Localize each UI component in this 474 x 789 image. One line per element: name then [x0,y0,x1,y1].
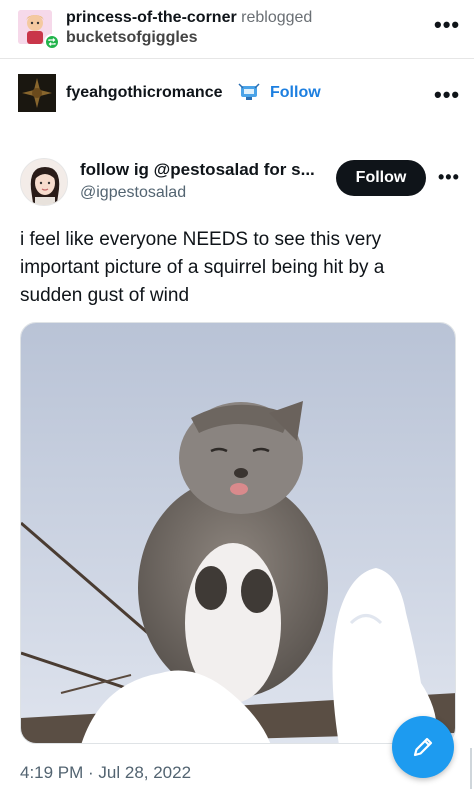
reblog-source-username[interactable]: bucketsofgiggles [66,28,312,48]
tweet-text: i feel like everyone NEEDS to see this v… [20,229,385,306]
follow-link[interactable]: Follow [270,84,321,102]
more-dots-icon[interactable]: ••• [434,84,460,106]
more-dots-icon[interactable]: ••• [434,14,460,36]
pencil-icon [413,737,433,757]
reblogger-username[interactable]: princess-of-the-corner [66,9,237,26]
reblog-header: princess-of-the-corner reblogged buckets… [16,6,459,50]
more-dots-icon[interactable]: ••• [438,168,460,186]
scrollbar[interactable] [470,748,472,789]
reblog-icon [44,34,60,50]
post-author-name[interactable]: fyeahgothicromance [66,84,222,102]
avatar[interactable] [18,74,56,112]
tweet-photo[interactable] [20,322,456,744]
post-header: fyeahgothicromance Follow ••• [16,74,459,116]
tweet-timestamp[interactable]: 4:19 PM · Jul 28, 2022 [20,763,191,783]
tweet-handle[interactable]: @igpestosalad [80,184,186,202]
avatar[interactable] [20,158,68,206]
divider [0,58,474,59]
follow-button[interactable]: Follow [336,160,426,196]
reblog-text: princess-of-the-corner reblogged buckets… [66,8,312,48]
blog-badge-icon [238,82,260,102]
tweet-display-name[interactable]: follow ig @pestosalad for s... [80,160,326,180]
compose-button[interactable] [392,716,454,778]
reblog-verb: reblogged [241,9,313,26]
